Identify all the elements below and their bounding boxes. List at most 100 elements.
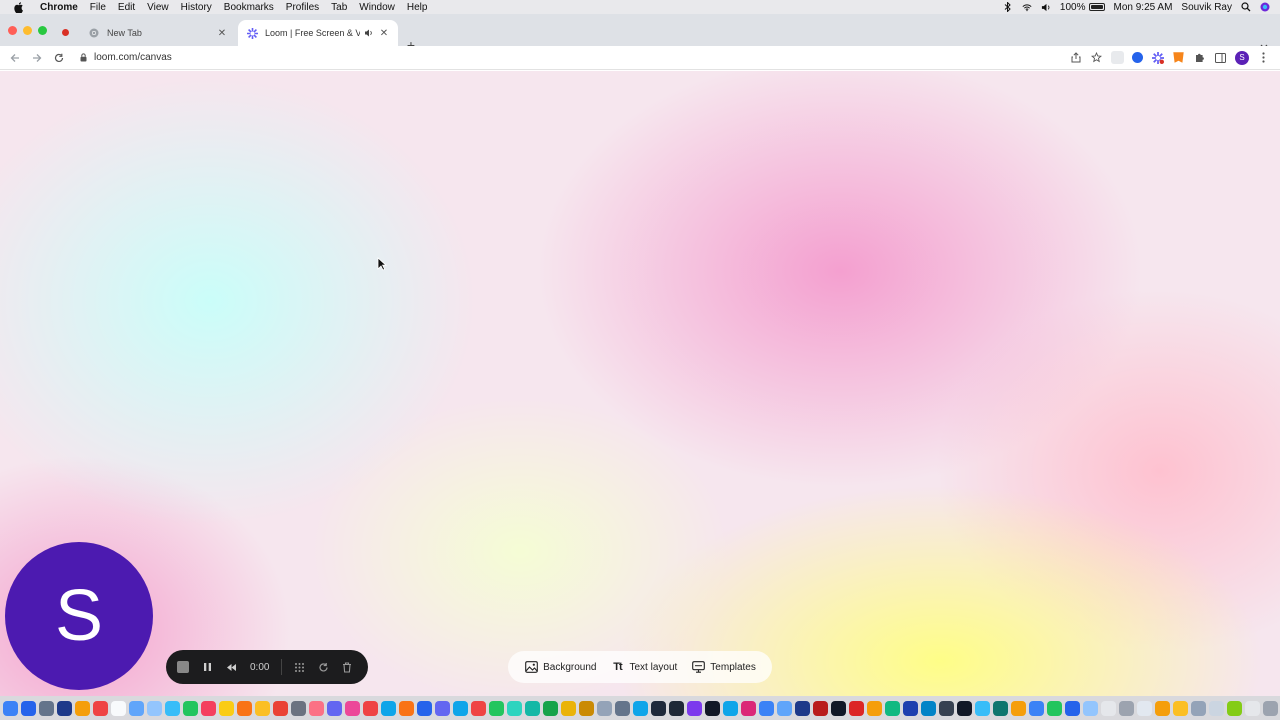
side-panel-icon[interactable] (1214, 51, 1227, 64)
dock-app-icon[interactable] (218, 700, 234, 716)
siri-icon[interactable] (1260, 2, 1270, 12)
rewind-icon[interactable] (224, 660, 238, 674)
dock-app-icon[interactable] (1100, 700, 1116, 716)
dock-app-icon[interactable] (398, 700, 414, 716)
dock-app-icon[interactable] (1226, 700, 1242, 716)
dock-app-icon[interactable] (920, 700, 936, 716)
dock-app-icon[interactable] (56, 700, 72, 716)
address-bar[interactable]: loom.com/canvas (78, 48, 172, 68)
dock-app-icon[interactable] (236, 700, 252, 716)
dock-app-icon[interactable] (1172, 700, 1188, 716)
dock-app-icon[interactable] (92, 700, 108, 716)
dock-app-icon[interactable] (1118, 700, 1134, 716)
menu-view[interactable]: View (141, 2, 175, 13)
battery-indicator[interactable]: 100% (1060, 2, 1105, 13)
loom-canvas-background[interactable]: S 0:00 Background Tt Text layout Templat… (0, 71, 1280, 696)
dock-app-icon[interactable] (2, 700, 18, 716)
minimize-window-button[interactable] (23, 26, 32, 35)
zoom-extension-icon[interactable] (1132, 52, 1143, 63)
close-icon[interactable]: ✕ (378, 27, 390, 39)
dock-app-icon[interactable] (776, 700, 792, 716)
dock-app-icon[interactable] (416, 700, 432, 716)
text-layout-button[interactable]: Tt Text layout (610, 660, 677, 674)
dock-app-icon[interactable] (1136, 700, 1152, 716)
dock-app-icon[interactable] (812, 700, 828, 716)
dock-app-icon[interactable] (38, 700, 54, 716)
dock-app-icon[interactable] (506, 700, 522, 716)
close-icon[interactable]: ✕ (216, 27, 228, 39)
dock-app-icon[interactable] (596, 700, 612, 716)
volume-icon[interactable] (1041, 2, 1051, 12)
dock-app-icon[interactable] (326, 700, 342, 716)
dock-app-icon[interactable] (1010, 700, 1026, 716)
bluetooth-icon[interactable] (1003, 2, 1013, 12)
pause-icon[interactable] (200, 660, 214, 674)
puzzle-extensions-icon[interactable] (1193, 51, 1206, 64)
dock-app-icon[interactable] (1244, 700, 1260, 716)
dock-app-icon[interactable] (848, 700, 864, 716)
camera-bubble-avatar[interactable]: S (5, 542, 153, 690)
dock-app-icon[interactable] (578, 700, 594, 716)
dock-app-icon[interactable] (1082, 700, 1098, 716)
stop-recording-button[interactable] (176, 660, 190, 674)
dock-app-icon[interactable] (650, 700, 666, 716)
dock-app-icon[interactable] (1154, 700, 1170, 716)
menu-history[interactable]: History (175, 2, 218, 13)
extension-icon[interactable] (1111, 51, 1124, 64)
dock-app-icon[interactable] (560, 700, 576, 716)
dock-app-icon[interactable] (884, 700, 900, 716)
menu-window[interactable]: Window (353, 2, 401, 13)
dock-app-icon[interactable] (956, 700, 972, 716)
close-window-button[interactable] (8, 26, 17, 35)
dock-app-icon[interactable] (1190, 700, 1206, 716)
wifi-icon[interactable] (1022, 2, 1032, 12)
metamask-icon[interactable] (1173, 52, 1184, 63)
dock-app-icon[interactable] (1046, 700, 1062, 716)
dock-app-icon[interactable] (722, 700, 738, 716)
bookmark-star-icon[interactable] (1090, 51, 1103, 64)
dock-app-icon[interactable] (974, 700, 990, 716)
tab-loom[interactable]: Loom | Free Screen & Vide ✕ (238, 20, 398, 46)
forward-arrow-icon[interactable] (30, 51, 44, 65)
dock-app-icon[interactable] (686, 700, 702, 716)
dock-app-icon[interactable] (542, 700, 558, 716)
dock-app-icon[interactable] (1208, 700, 1224, 716)
dock-app-icon[interactable] (1262, 700, 1278, 716)
dock-app-icon[interactable] (434, 700, 450, 716)
lock-icon[interactable] (78, 53, 88, 63)
dock-app-icon[interactable] (758, 700, 774, 716)
dock-app-icon[interactable] (992, 700, 1008, 716)
dock-app-icon[interactable] (524, 700, 540, 716)
profile-avatar[interactable]: S (1235, 50, 1249, 65)
dock-app-icon[interactable] (200, 700, 216, 716)
trash-icon[interactable] (340, 660, 354, 674)
menu-edit[interactable]: Edit (112, 2, 141, 13)
dock-app-icon[interactable] (830, 700, 846, 716)
dock-app-icon[interactable] (164, 700, 180, 716)
background-button[interactable]: Background (524, 660, 596, 674)
dock-app-icon[interactable] (704, 700, 720, 716)
dock-app-icon[interactable] (290, 700, 306, 716)
drawing-tools-icon[interactable] (292, 660, 306, 674)
menu-tab[interactable]: Tab (325, 2, 353, 13)
back-arrow-icon[interactable] (8, 51, 22, 65)
dock-app-icon[interactable] (254, 700, 270, 716)
menu-help[interactable]: Help (401, 2, 434, 13)
dock-app-icon[interactable] (938, 700, 954, 716)
menu-bookmarks[interactable]: Bookmarks (218, 2, 280, 13)
dock-app-icon[interactable] (902, 700, 918, 716)
dock-app-icon[interactable] (632, 700, 648, 716)
dock-app-icon[interactable] (866, 700, 882, 716)
apple-icon[interactable] (12, 0, 26, 14)
menu-profiles[interactable]: Profiles (280, 2, 325, 13)
menu-file[interactable]: File (84, 2, 112, 13)
templates-button[interactable]: Templates (691, 660, 756, 674)
share-icon[interactable] (1069, 51, 1082, 64)
menubar-user[interactable]: Souvik Ray (1181, 2, 1232, 13)
loom-extension-icon[interactable] (1151, 51, 1164, 64)
dock-app-icon[interactable] (470, 700, 486, 716)
dock-app-icon[interactable] (380, 700, 396, 716)
dock-app-icon[interactable] (74, 700, 90, 716)
dock-app-icon[interactable] (308, 700, 324, 716)
more-menu-icon[interactable] (1257, 51, 1270, 64)
